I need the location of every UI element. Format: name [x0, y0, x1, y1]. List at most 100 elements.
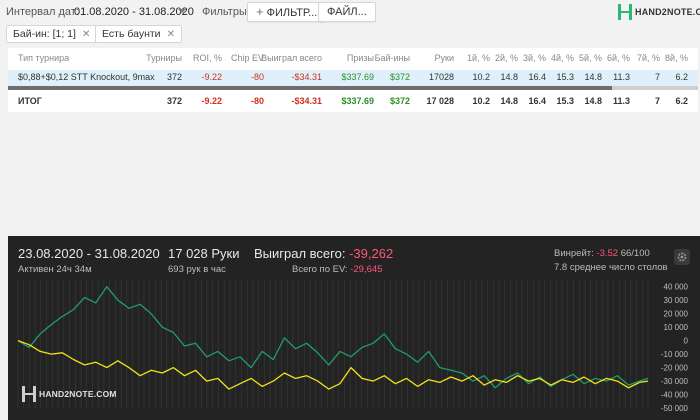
table-cell: 14.8: [584, 96, 602, 106]
table-cell: -$34.31: [291, 72, 322, 82]
table-cell: 4й, %: [550, 53, 574, 63]
filter-button-label: ФИЛЬТР...: [266, 7, 318, 19]
table-cell: $0,88+$0,12 STT Knockout, 9max: [18, 72, 155, 82]
table-row[interactable]: $0,88+$0,12 STT Knockout, 9max 372 -9.22 -8…: [8, 70, 698, 86]
toolbar: Интервал дат: 01.08.2020 - 31.08.2020 Фи…: [0, 0, 700, 24]
table-cell: 10.2: [472, 96, 490, 106]
table-cell: Выиграл всего: [261, 53, 322, 63]
table-cell: 7: [654, 72, 660, 82]
table-cell: 3й, %: [522, 53, 546, 63]
table-cell: Руки: [434, 53, 454, 63]
table-cell: 1й, %: [466, 53, 490, 63]
table-cell: $337.69: [341, 96, 374, 106]
table-cell: 14.8: [500, 96, 518, 106]
logo-text: HAND2NOTE.COM: [635, 7, 700, 17]
table-cell: -80: [250, 72, 264, 82]
table-cell: 15.3: [556, 96, 574, 106]
y-tick-label: 30 000: [664, 296, 689, 305]
table-cell: 11.3: [612, 96, 630, 106]
winrate: Винрейт: -3.52 66/100: [554, 248, 650, 259]
table-cell: 15.3: [556, 72, 574, 82]
table-total-row: ИТОГ 372 -9.22 -80 -$34.31 $337.69 $372 17 028 1…: [8, 94, 698, 110]
table-cell: 16.4: [528, 72, 546, 82]
table-cell: $337.69: [341, 72, 374, 82]
table-cell: 6й, %: [606, 53, 630, 63]
table-cell: 17 028: [426, 96, 454, 106]
scrollbar-thumb[interactable]: [612, 86, 698, 90]
table-cell: Бай-ины: [374, 53, 410, 63]
watermark-text: HAND2NOTE.COM: [39, 389, 117, 399]
table-cell: -$34.31: [291, 96, 322, 106]
table-cell: 16.4: [528, 96, 546, 106]
table-cell: ROI, %: [192, 53, 222, 63]
y-tick-label: -50 000: [661, 404, 689, 413]
chip-label: Есть баунти: [102, 28, 161, 40]
table-cell: 372: [166, 72, 182, 82]
filter-chip-bounty[interactable]: Есть баунти ✕: [95, 25, 182, 43]
stats-panel: 23.08.2020 - 31.08.2020 Активен 24ч 34м …: [8, 236, 700, 420]
table-cell: ИТОГ: [18, 96, 42, 106]
table-cell: 372: [166, 96, 182, 106]
chip-label: Бай-ин: [1; 1]: [13, 28, 76, 40]
won-label: Выиграл всего:: [254, 246, 346, 261]
gear-icon[interactable]: [674, 249, 690, 265]
table-cell: $372: [389, 72, 410, 82]
won-value: -39,262: [349, 246, 394, 261]
avg-tables: 7.8 среднее число столов: [554, 262, 668, 273]
close-icon[interactable]: ✕: [82, 29, 90, 40]
hands-count: 17 028 Руки: [168, 246, 240, 261]
watermark-logo: HAND2NOTE.COM: [22, 386, 117, 402]
y-tick-label: -30 000: [661, 377, 689, 386]
table-cell: -80: [250, 96, 264, 106]
logo-icon: [22, 386, 36, 402]
table-cell: 6.2: [675, 96, 688, 106]
winrate-label: Винрейт:: [554, 248, 594, 259]
y-tick-label: -10 000: [661, 350, 689, 359]
table-cell: 6.2: [675, 72, 688, 82]
horizontal-scrollbar[interactable]: [8, 86, 698, 90]
plus-icon: +: [256, 4, 264, 19]
chevron-down-icon[interactable]: [178, 9, 186, 13]
stats-date-range: 23.08.2020 - 31.08.2020: [18, 246, 160, 261]
table-cell: Chip EV: [230, 53, 264, 63]
table-cell: Призы: [346, 53, 374, 63]
y-tick-label: 0: [684, 337, 689, 346]
file-button[interactable]: ФАЙЛ...: [318, 2, 376, 22]
table-cell: Тип турнира: [18, 53, 70, 63]
table-cell: 10.2: [472, 72, 490, 82]
table-cell: 7й, %: [636, 53, 660, 63]
won-total: Выиграл всего: -39,262: [254, 246, 393, 261]
filter-chip-buyin[interactable]: Бай-ин: [1; 1] ✕: [6, 25, 98, 43]
table-cell: 14.8: [500, 72, 518, 82]
table-cell: Турниры: [146, 53, 182, 63]
logo: HAND2NOTE.COM: [618, 3, 700, 21]
hands-per-hour: 693 рук в час: [168, 264, 226, 275]
ev-label: Всего по EV:: [292, 264, 348, 275]
date-label: Интервал дат:: [6, 6, 79, 18]
close-icon[interactable]: ✕: [167, 29, 175, 40]
y-tick-label: 40 000: [664, 283, 689, 292]
table-cell: -9.22: [201, 96, 222, 106]
y-tick-label: 10 000: [664, 323, 689, 332]
results-table: Тип турнира Турниры ROI, % Chip EV Выиграл в…: [8, 48, 698, 112]
table-cell: 14.8: [584, 72, 602, 82]
table-cell: 5й, %: [578, 53, 602, 63]
winrate-count: 66/100: [620, 248, 650, 259]
winrate-value: -3.52: [596, 248, 619, 259]
y-tick-label: -20 000: [661, 364, 689, 373]
table-cell: 11.3: [613, 72, 630, 82]
table-header: Тип турнира Турниры ROI, % Chip EV Выиграл в…: [8, 51, 698, 67]
y-tick-label: 20 000: [664, 310, 689, 319]
ev-value: -29,645: [350, 264, 383, 275]
filters-label: Фильтры:: [202, 6, 250, 18]
date-range-picker[interactable]: 01.08.2020 - 31.08.2020: [74, 6, 194, 18]
table-cell: $372: [389, 96, 410, 106]
table-cell: 7: [654, 96, 660, 106]
filter-button[interactable]: + ФИЛЬТР...: [247, 2, 327, 22]
active-time: Активен 24ч 34м: [18, 264, 92, 275]
table-cell: 17028: [428, 72, 454, 82]
ev-total: Всего по EV: -29,645: [292, 264, 382, 275]
table-cell: -9.22: [201, 72, 222, 82]
y-tick-label: -40 000: [661, 391, 689, 400]
table-cell: 2й, %: [494, 53, 518, 63]
